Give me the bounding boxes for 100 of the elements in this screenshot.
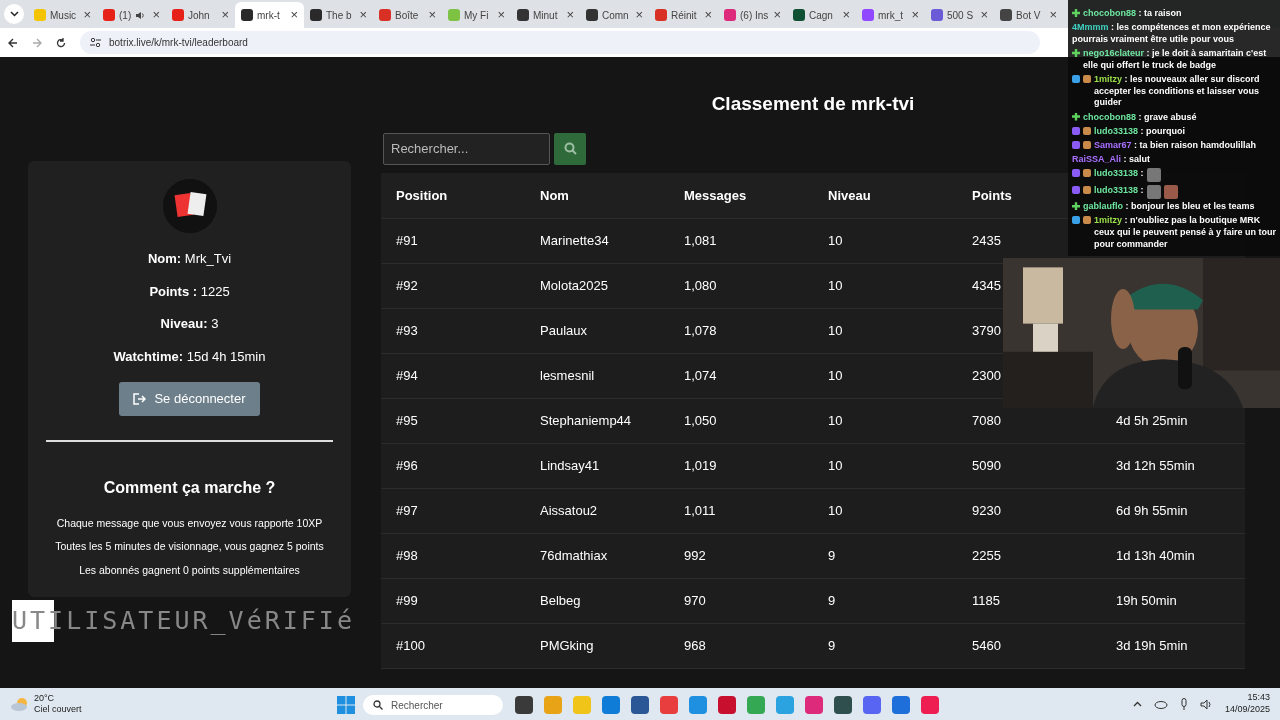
table-cell: Lindsay41 bbox=[540, 458, 600, 474]
table-cell: 4345 bbox=[972, 278, 1001, 294]
taskbar-app-icon[interactable] bbox=[863, 696, 881, 714]
url-text[interactable]: botrix.live/k/mrk-tvi/leaderboard bbox=[109, 35, 248, 50]
close-icon[interactable]: × bbox=[635, 5, 643, 25]
logout-button[interactable]: Se déconnecter bbox=[119, 382, 260, 416]
close-icon[interactable]: × bbox=[980, 5, 988, 25]
table-cell: 10 bbox=[828, 368, 843, 384]
clock-time[interactable]: 15:43 bbox=[1224, 692, 1270, 704]
table-cell: 10 bbox=[828, 458, 843, 474]
address-bar[interactable]: botrix.live/k/mrk-tvi/leaderboard bbox=[80, 31, 1040, 54]
browser-tab[interactable]: 500 S × bbox=[925, 2, 994, 28]
taskbar-app-icon[interactable] bbox=[892, 696, 910, 714]
close-icon[interactable]: × bbox=[704, 5, 712, 25]
table-cell: PMGking bbox=[540, 638, 594, 654]
tab-title: Comn bbox=[602, 8, 629, 23]
close-icon[interactable]: × bbox=[428, 5, 436, 25]
table-cell: 1,011 bbox=[684, 503, 716, 519]
table-cell: 10 bbox=[828, 413, 843, 429]
help-text: Chaque message que vous envoyez vous rapporte 10XP bbox=[55, 515, 324, 531]
close-icon[interactable]: × bbox=[359, 5, 367, 25]
browser-tab[interactable]: mrk_t × bbox=[856, 2, 925, 28]
browser-tab[interactable]: Music × bbox=[28, 2, 97, 28]
browser-tab[interactable]: Bot V × bbox=[994, 2, 1063, 28]
microphone-icon[interactable] bbox=[1179, 697, 1188, 711]
taskbar-app-icon[interactable] bbox=[834, 696, 852, 714]
table-cell: Aissatou2 bbox=[540, 503, 598, 519]
weather-icon[interactable] bbox=[10, 697, 30, 711]
close-icon[interactable]: × bbox=[1049, 5, 1057, 25]
table-cell: 6d 9h 55min bbox=[1116, 503, 1188, 519]
clock-date[interactable]: 14/09/2025 bbox=[1224, 704, 1270, 716]
page-title: Classement de mrk-tvi bbox=[711, 93, 915, 114]
profile-field: Points : 1225 bbox=[46, 281, 333, 301]
close-icon[interactable]: × bbox=[152, 5, 160, 25]
caret-icon[interactable] bbox=[1132, 701, 1142, 707]
close-icon[interactable]: × bbox=[773, 5, 781, 25]
close-icon[interactable]: × bbox=[290, 5, 298, 25]
browser-tab[interactable]: Boîte × bbox=[373, 2, 442, 28]
table-cell: Stephaniemp44 bbox=[540, 413, 632, 429]
browser-tab[interactable]: Réinit × bbox=[649, 2, 718, 28]
cloud-icon[interactable] bbox=[1153, 699, 1168, 709]
table-cell: 1,019 bbox=[684, 458, 717, 474]
table-cell: #95 bbox=[396, 413, 418, 429]
browser-tab[interactable]: Comn × bbox=[580, 2, 649, 28]
help-text: Les abonnés gagnent 0 points supplémentaires bbox=[78, 563, 301, 578]
table-cell: #92 bbox=[396, 278, 418, 294]
help-title: Comment ça marche ? bbox=[102, 477, 277, 498]
table-cell: 10 bbox=[828, 233, 843, 249]
close-icon[interactable]: × bbox=[83, 5, 91, 25]
speaker-icon[interactable] bbox=[135, 10, 146, 20]
taskbar-search-field[interactable]: Rechercher bbox=[363, 695, 503, 715]
browser-tab[interactable]: Cagn × bbox=[787, 2, 856, 28]
table-cell: #91 bbox=[396, 233, 418, 249]
search-field[interactable]: Rechercher... bbox=[383, 132, 550, 165]
table-cell: 1,050 bbox=[684, 413, 717, 429]
table-cell: 992 bbox=[684, 548, 706, 564]
table-cell: lesmesnil bbox=[540, 368, 595, 384]
taskbar-app-icon[interactable] bbox=[602, 696, 620, 714]
close-icon[interactable]: × bbox=[911, 5, 919, 25]
chat-message: ludo33138 : bbox=[1094, 184, 1144, 197]
column-header[interactable]: Position bbox=[396, 187, 448, 203]
column-header[interactable]: Niveau bbox=[828, 187, 871, 203]
close-icon[interactable]: × bbox=[842, 5, 850, 25]
site-settings-icon[interactable] bbox=[90, 38, 101, 47]
tab-title: mrk_t bbox=[878, 8, 903, 23]
table-cell: 10 bbox=[828, 323, 843, 339]
browser-tab[interactable]: My Fi × bbox=[442, 2, 511, 28]
back-icon[interactable] bbox=[8, 37, 18, 48]
taskbar-app-icon[interactable] bbox=[631, 696, 649, 714]
search-button[interactable] bbox=[554, 132, 586, 165]
close-icon[interactable]: × bbox=[497, 5, 505, 25]
close-icon[interactable]: × bbox=[221, 5, 229, 25]
column-header[interactable]: Messages bbox=[684, 187, 747, 203]
browser-tab[interactable]: Minut × bbox=[511, 2, 580, 28]
browser-tab[interactable]: (1) × bbox=[97, 2, 166, 28]
taskbar-app-icon[interactable] bbox=[515, 696, 533, 714]
chat-message: chocobon88 : ta raison bbox=[1083, 8, 1182, 20]
tab-list-caret-icon[interactable] bbox=[4, 4, 24, 24]
taskbar-app-icon[interactable] bbox=[805, 696, 823, 714]
browser-tab[interactable]: mrk-t × bbox=[235, 2, 304, 28]
emote-icon bbox=[1146, 184, 1161, 199]
table-cell: 1,080 bbox=[684, 278, 717, 294]
tab-title: Réinit bbox=[671, 8, 697, 23]
browser-tab[interactable]: (6) Ins × bbox=[718, 2, 787, 28]
table-cell: 7080 bbox=[972, 413, 1001, 429]
taskbar-app-icon[interactable] bbox=[718, 696, 736, 714]
column-header[interactable]: Points bbox=[972, 187, 1012, 203]
column-header[interactable]: Nom bbox=[540, 187, 569, 203]
start-icon[interactable] bbox=[337, 696, 355, 714]
tab-title: My Fi bbox=[464, 8, 489, 23]
forward-icon[interactable] bbox=[32, 37, 42, 48]
table-cell: 76dmathiax bbox=[540, 548, 608, 564]
reload-icon[interactable] bbox=[56, 37, 66, 48]
logout-icon bbox=[133, 392, 147, 405]
close-icon[interactable]: × bbox=[566, 5, 574, 25]
tab-title: Bot V bbox=[1016, 8, 1041, 23]
browser-tab[interactable]: John × bbox=[166, 2, 235, 28]
tab-title: Cagn bbox=[809, 8, 833, 23]
speaker-icon[interactable] bbox=[1199, 698, 1213, 710]
browser-tab[interactable]: The b × bbox=[304, 2, 373, 28]
